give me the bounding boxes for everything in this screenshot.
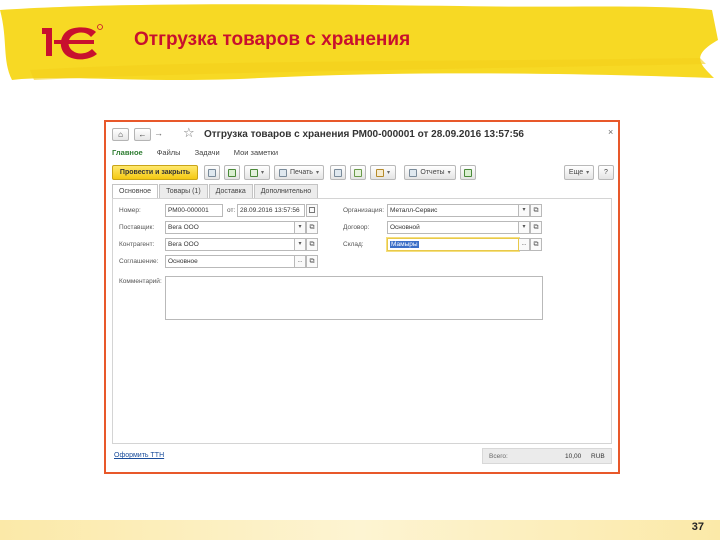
organization-open-button[interactable]: ⧉ [530, 204, 542, 217]
reports-label: Отчеты [420, 169, 445, 176]
more-label: Еще [568, 169, 584, 176]
home-button[interactable]: ⌂ [112, 128, 129, 141]
back-arrow-icon: ← [138, 130, 147, 139]
dropdown-arrow-icon: ▾ [260, 170, 264, 176]
supplier-open-button[interactable]: ⧉ [306, 221, 318, 234]
post-and-close-button[interactable]: Провести и закрыть [112, 165, 198, 180]
tab-delivery[interactable]: Доставка [208, 184, 253, 198]
related-documents-button[interactable] [460, 165, 476, 180]
dropdown-arrow-icon: ▾ [386, 170, 390, 176]
tab-main[interactable]: Основное [112, 184, 159, 198]
related-documents-icon [464, 168, 472, 177]
document-structure-icon [334, 168, 342, 177]
date-label: от: [227, 207, 236, 214]
warehouse-field[interactable]: Мамыры [387, 238, 519, 251]
create-based-on-icon [249, 168, 258, 177]
create-based-on-button[interactable]: ▾ [244, 165, 270, 180]
total-panel: Всего: 10,00 RUB [482, 448, 612, 464]
dropdown-arrow-icon: ▾ [447, 170, 451, 176]
counterparty-open-button[interactable]: ⧉ [306, 238, 318, 251]
documents-icon [375, 168, 384, 177]
save-button[interactable] [204, 165, 220, 180]
printer-icon [279, 168, 288, 177]
comment-textarea[interactable] [165, 276, 543, 320]
section-tasks[interactable]: Задачи [195, 148, 220, 160]
document-title: Отгрузка товаров с хранения РМ00-000001 … [204, 129, 524, 140]
number-field[interactable]: РМ00-000001 [165, 204, 223, 217]
date-field[interactable]: 28.09.2016 13:57:56 [237, 204, 305, 217]
calendar-icon [309, 207, 315, 213]
counterparty-field[interactable]: Вега ООО [165, 238, 295, 251]
favorite-star-icon[interactable]: ☆ [183, 125, 195, 141]
supplier-select-button[interactable]: ▾ [295, 221, 306, 234]
window-title-bar: ⌂ ← → ☆ Отгрузка товаров с хранения РМ00… [106, 122, 618, 148]
save-icon [208, 168, 216, 177]
page-number: 37 [691, 521, 704, 533]
organization-label: Организация: [343, 207, 385, 214]
warehouse-value-selected: Мамыры [390, 241, 419, 248]
contract-label: Договор: [343, 224, 370, 231]
post-icon [228, 168, 236, 177]
total-currency: RUB [591, 453, 605, 460]
print-label: Печать [290, 169, 313, 176]
total-value: 10,00 [565, 453, 582, 460]
help-button[interactable]: ? [598, 165, 614, 180]
organization-field[interactable]: Металл-Сервис [387, 204, 519, 217]
warehouse-label: Склад: [343, 241, 364, 248]
document-window: ⌂ ← → ☆ Отгрузка товаров с хранения РМ00… [104, 120, 620, 474]
total-label: Всего: [489, 453, 508, 460]
back-button[interactable]: ← [134, 128, 151, 141]
agreement-open-button[interactable]: ⧉ [306, 255, 318, 268]
contract-open-button[interactable]: ⧉ [530, 221, 542, 234]
main-tab-form: Номер: РМ00-000001 от: 28.09.2016 13:57:… [112, 198, 612, 444]
supplier-field[interactable]: Вега ООО [165, 221, 295, 234]
form-footer: Оформить ТТН Всего: 10,00 RUB [112, 448, 612, 466]
more-button[interactable]: Еще ▾ [564, 165, 594, 180]
close-icon[interactable]: × [608, 127, 613, 137]
contract-select-button[interactable]: ▾ [519, 221, 530, 234]
reports-icon [409, 168, 418, 177]
supplier-label: Поставщик: [119, 224, 155, 231]
form-tabs: Основное Товары (1) Доставка Дополнитель… [112, 184, 319, 198]
counterparty-select-button[interactable]: ▾ [295, 238, 306, 251]
agreement-choice-button[interactable]: ... [295, 255, 306, 268]
dropdown-arrow-icon: ▾ [315, 170, 319, 176]
1c-logo [34, 22, 106, 62]
contract-field[interactable]: Основной [387, 221, 519, 234]
slide-title: Отгрузка товаров с хранения [134, 29, 411, 50]
comment-label: Комментарий: [119, 278, 162, 285]
section-my-notes[interactable]: Мои заметки [234, 148, 278, 160]
attached-files-button[interactable] [350, 165, 366, 180]
tab-additional[interactable]: Дополнительно [253, 184, 319, 198]
home-icon: ⌂ [118, 130, 123, 139]
yellow-footer-band [0, 520, 720, 540]
warehouse-choice-button[interactable]: ... [519, 238, 530, 251]
tab-goods[interactable]: Товары (1) [159, 184, 208, 198]
organization-select-button[interactable]: ▾ [519, 204, 530, 217]
command-bar: Провести и закрыть ▾ Печать ▾ ▾ Отчеты ▾ Е… [112, 165, 616, 181]
number-label: Номер: [119, 207, 141, 214]
section-main[interactable]: Главное [112, 148, 143, 160]
print-button[interactable]: Печать ▾ [274, 165, 324, 180]
structure-button[interactable] [330, 165, 346, 180]
forward-arrow-icon[interactable]: → [154, 128, 163, 138]
attached-files-icon [354, 168, 362, 177]
agreement-field[interactable]: Основное [165, 255, 295, 268]
warehouse-open-button[interactable]: ⧉ [530, 238, 542, 251]
post-button[interactable] [224, 165, 240, 180]
section-files[interactable]: Файлы [157, 148, 181, 160]
calendar-button[interactable] [306, 204, 318, 217]
issue-ttn-link[interactable]: Оформить ТТН [114, 452, 164, 459]
counterparty-label: Контрагент: [119, 241, 155, 248]
dropdown-arrow-icon: ▾ [586, 170, 590, 176]
section-panel: Главное Файлы Задачи Мои заметки [112, 148, 278, 160]
documents-button[interactable]: ▾ [370, 165, 396, 180]
agreement-label: Соглашение: [119, 258, 159, 265]
reports-button[interactable]: Отчеты ▾ [404, 165, 456, 180]
